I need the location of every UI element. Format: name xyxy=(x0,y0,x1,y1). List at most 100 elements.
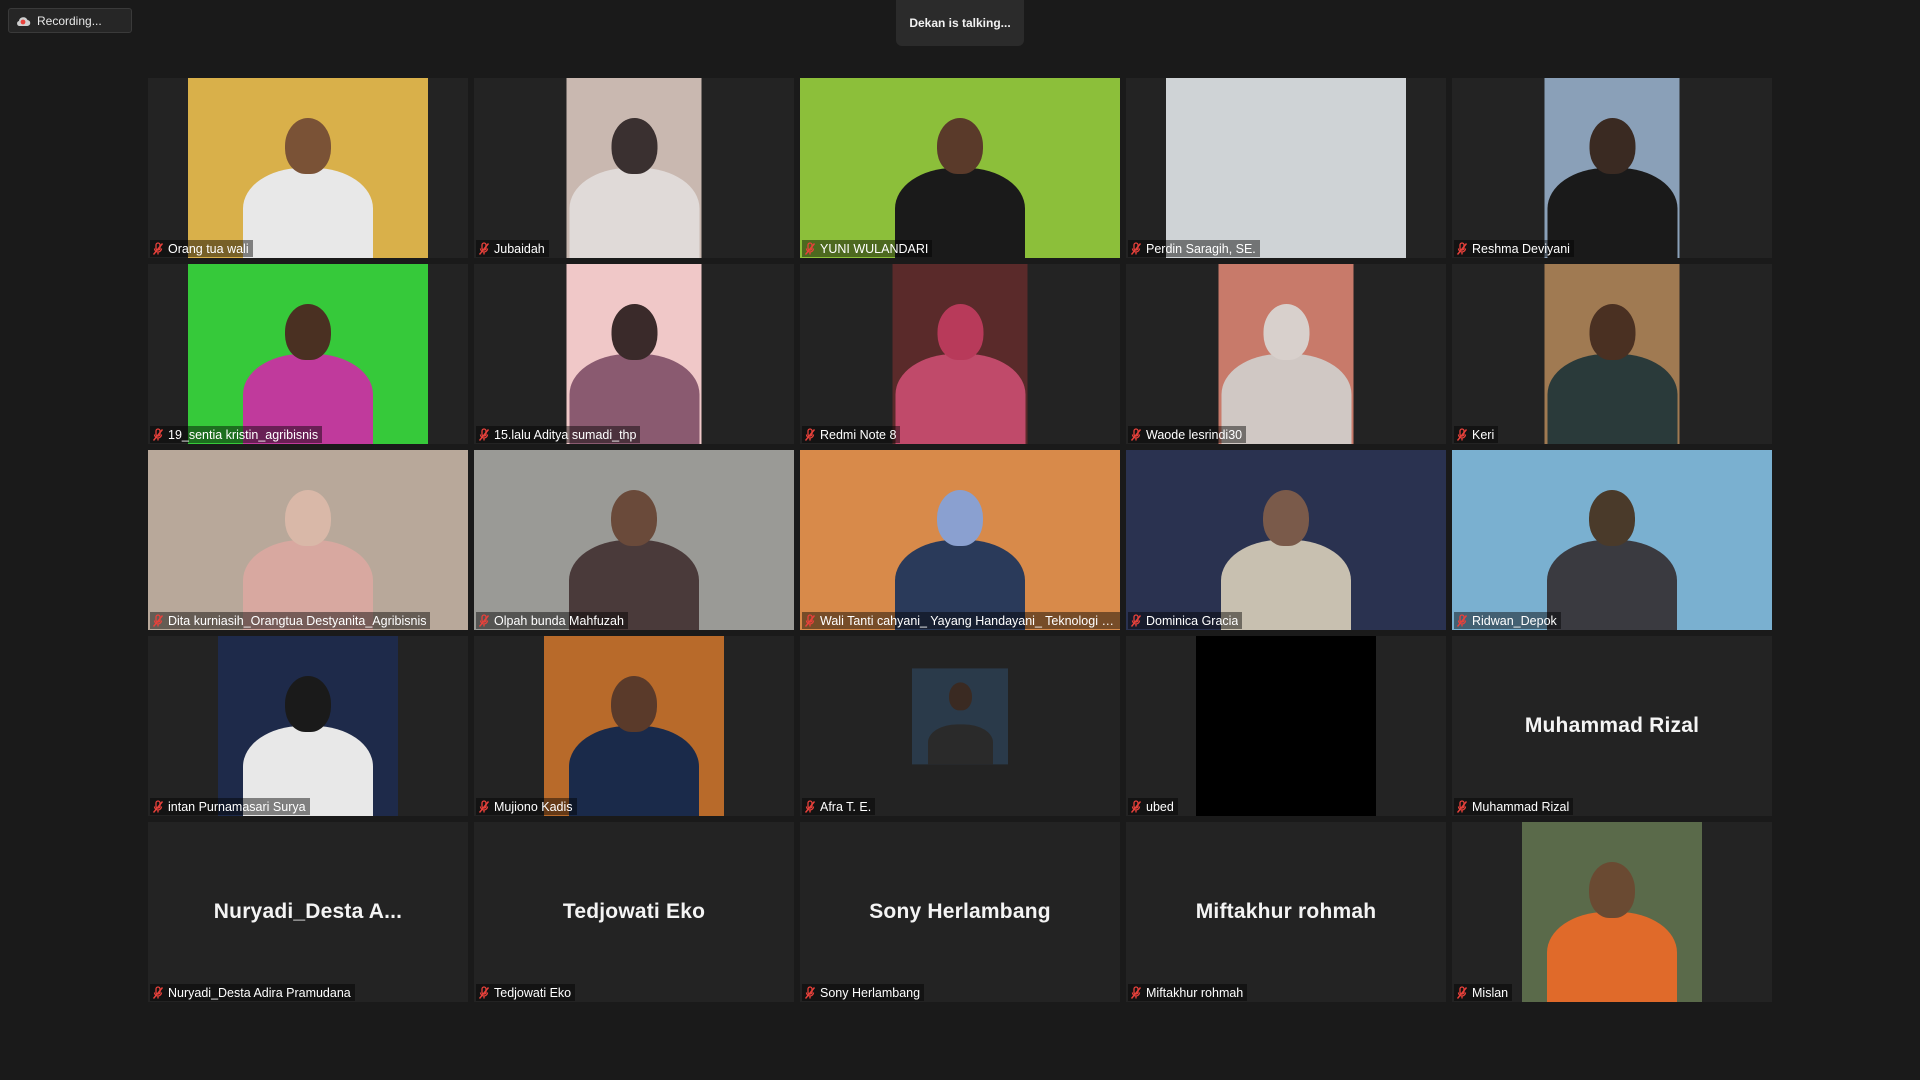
participant-video xyxy=(218,636,398,816)
participant-name-label: intan Purnamasari Surya xyxy=(150,798,310,815)
participant-name-label: Sony Herlambang xyxy=(802,984,925,1001)
participant-tile[interactable]: Jubaidah xyxy=(474,78,794,258)
participant-tile[interactable]: 15.lalu Aditya sumadi_thp xyxy=(474,264,794,444)
participant-head xyxy=(937,118,983,174)
participant-name-label: Ridwan_Depok xyxy=(1454,612,1561,629)
muted-mic-icon xyxy=(152,427,164,442)
participant-video xyxy=(1544,78,1680,258)
recording-indicator[interactable]: Recording... xyxy=(8,8,132,33)
participant-name: intan Purnamasari Surya xyxy=(168,799,306,814)
participant-head xyxy=(611,118,657,174)
participant-name: Afra T. E. xyxy=(820,799,872,814)
participant-head xyxy=(1589,118,1635,174)
participant-name-label: Reshma Deviyani xyxy=(1454,240,1574,257)
participant-name: Orang tua wali xyxy=(168,241,249,256)
participant-body xyxy=(243,168,373,258)
participant-name-label: Waode lesrindi30 xyxy=(1128,426,1247,443)
participant-head xyxy=(948,682,972,711)
participant-name-label: Afra T. E. xyxy=(802,798,876,815)
participant-name: Mislan xyxy=(1472,985,1509,1000)
participant-display-name: Sony Herlambang xyxy=(869,900,1051,923)
participant-body xyxy=(895,354,1025,444)
participant-name-label: 19_sentia kristin_agribisnis xyxy=(150,426,323,443)
muted-mic-icon xyxy=(804,241,816,256)
participant-video xyxy=(544,636,724,816)
participant-tile[interactable]: Wali Tanti cahyani_ Yayang Handayani_ Te… xyxy=(800,450,1120,630)
participant-name-label: Keri xyxy=(1454,426,1499,443)
muted-mic-icon xyxy=(478,613,490,628)
participant-name-label: Muhammad Rizal xyxy=(1454,798,1574,815)
gallery-grid: Orang tua wali Jubaidah YUNI WULANDARI Perd… xyxy=(148,78,1772,1002)
participant-name: Reshma Deviyani xyxy=(1472,241,1570,256)
participant-tile[interactable]: Reshma Deviyani xyxy=(1452,78,1772,258)
participant-tile[interactable]: Nuryadi_Desta A... Nuryadi_Desta Adira Pr… xyxy=(148,822,468,1002)
participant-tile[interactable]: Muhammad Rizal Muhammad Rizal xyxy=(1452,636,1772,816)
participant-head xyxy=(1589,304,1635,360)
participant-name: Dominica Gracia xyxy=(1146,613,1239,628)
participant-head xyxy=(937,490,983,546)
muted-mic-icon xyxy=(1130,613,1142,628)
muted-mic-icon xyxy=(478,799,490,814)
participant-name-label: Redmi Note 8 xyxy=(802,426,901,443)
participant-body xyxy=(927,724,993,765)
participant-name: YUNI WULANDARI xyxy=(820,241,929,256)
participant-name-label: Mujiono Kadis xyxy=(476,798,577,815)
participant-head xyxy=(285,490,331,546)
participant-name-label: Orang tua wali xyxy=(150,240,253,257)
participant-name-label: Tedjowati Eko xyxy=(476,984,576,1001)
participant-tile[interactable]: Miftakhur rohmah Miftakhur rohmah xyxy=(1126,822,1446,1002)
participant-tile[interactable]: Perdin Saragih, SE. xyxy=(1126,78,1446,258)
participant-display-name: Muhammad Rizal xyxy=(1524,714,1700,737)
participant-name-label: Dita kurniasih_Orangtua Destyanita_Agrib… xyxy=(150,612,431,629)
participant-video xyxy=(1166,78,1406,258)
participant-video xyxy=(148,450,468,630)
participant-video xyxy=(1544,264,1680,444)
participant-tile[interactable]: Keri xyxy=(1452,264,1772,444)
muted-mic-icon xyxy=(804,613,816,628)
participant-name: Sony Herlambang xyxy=(820,985,921,1000)
participant-tile[interactable]: Mislan xyxy=(1452,822,1772,1002)
participant-name: 19_sentia kristin_agribisnis xyxy=(168,427,319,442)
muted-mic-icon xyxy=(1456,613,1468,628)
participant-video xyxy=(1126,450,1446,630)
participant-tile[interactable]: Mujiono Kadis xyxy=(474,636,794,816)
participant-name: Miftakhur rohmah xyxy=(1146,985,1244,1000)
participant-tile[interactable]: Afra T. E. xyxy=(800,636,1120,816)
participant-tile[interactable]: Tedjowati Eko Tedjowati Eko xyxy=(474,822,794,1002)
participant-tile[interactable]: Redmi Note 8 xyxy=(800,264,1120,444)
participant-head xyxy=(1589,490,1635,546)
muted-mic-icon xyxy=(152,241,164,256)
participant-display-name: Tedjowati Eko xyxy=(562,900,706,923)
muted-mic-icon xyxy=(804,985,816,1000)
participant-name: Waode lesrindi30 xyxy=(1146,427,1243,442)
participant-tile[interactable]: intan Purnamasari Surya xyxy=(148,636,468,816)
participant-tile[interactable]: YUNI WULANDARI xyxy=(800,78,1120,258)
participant-tile[interactable]: ubed xyxy=(1126,636,1446,816)
muted-mic-icon xyxy=(152,613,164,628)
participant-name: Perdin Saragih, SE. xyxy=(1146,241,1256,256)
participant-head xyxy=(285,118,331,174)
participant-name: Wali Tanti cahyani_ Yayang Handayani_ Te… xyxy=(820,613,1116,628)
participant-name-label: ubed xyxy=(1128,798,1178,815)
participant-body xyxy=(1547,540,1677,630)
participant-head xyxy=(611,676,657,732)
participant-tile[interactable]: 19_sentia kristin_agribisnis xyxy=(148,264,468,444)
participant-tile[interactable]: Ridwan_Depok xyxy=(1452,450,1772,630)
participant-name-label: 15.lalu Aditya sumadi_thp xyxy=(476,426,641,443)
participant-tile[interactable]: Dominica Gracia xyxy=(1126,450,1446,630)
muted-mic-icon xyxy=(804,427,816,442)
participant-tile[interactable]: Dita kurniasih_Orangtua Destyanita_Agrib… xyxy=(148,450,468,630)
participant-name-label: Mislan xyxy=(1454,984,1513,1001)
participant-tile[interactable]: Olpah bunda Mahfuzah xyxy=(474,450,794,630)
participant-tile[interactable]: Sony Herlambang Sony Herlambang xyxy=(800,822,1120,1002)
participant-tile[interactable]: Waode lesrindi30 xyxy=(1126,264,1446,444)
participant-head xyxy=(1263,304,1309,360)
active-speaker-label: Dekan is talking... xyxy=(909,16,1011,30)
muted-mic-icon xyxy=(478,427,490,442)
participant-tile[interactable]: Orang tua wali xyxy=(148,78,468,258)
participant-video xyxy=(1452,450,1772,630)
participant-head xyxy=(1263,490,1309,546)
muted-mic-icon xyxy=(1456,427,1468,442)
participant-video xyxy=(1218,264,1354,444)
participant-head xyxy=(285,676,331,732)
